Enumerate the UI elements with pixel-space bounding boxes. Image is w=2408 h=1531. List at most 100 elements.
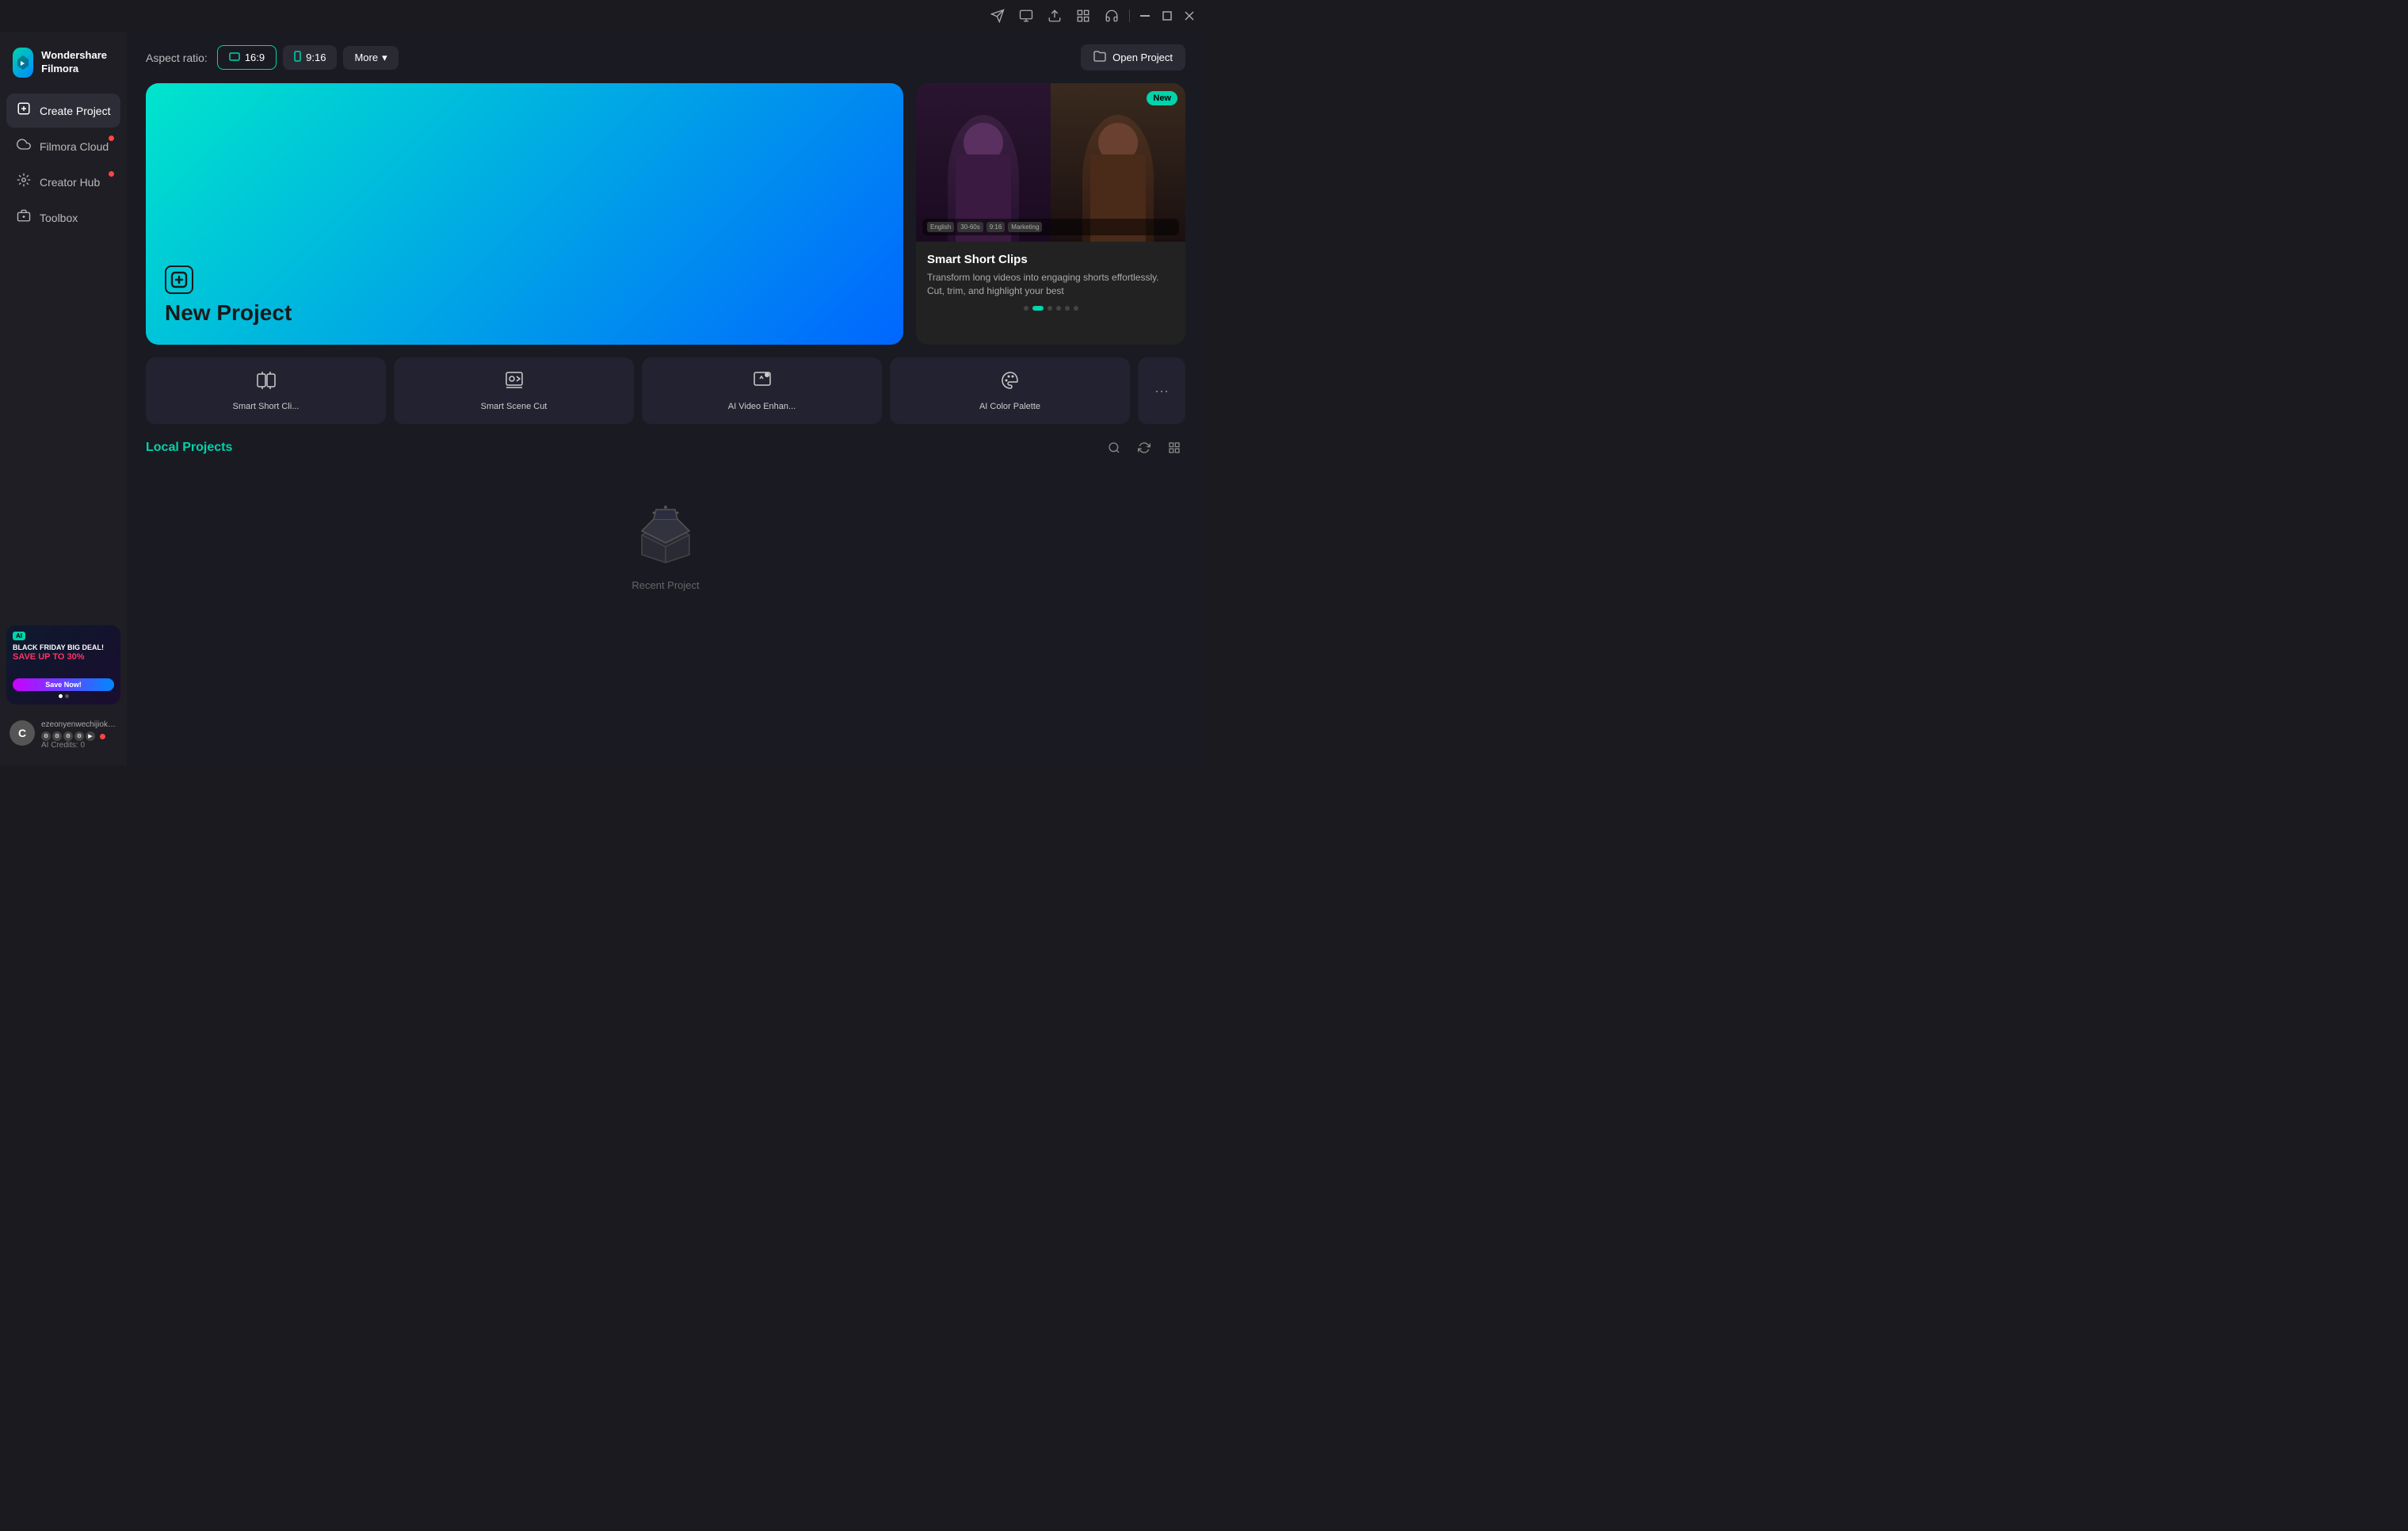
create-project-icon xyxy=(16,101,32,120)
feat-dot-5 xyxy=(1065,306,1070,311)
smart-scene-cut-icon xyxy=(504,370,525,395)
new-project-plus-icon xyxy=(165,265,193,294)
feat-dot-6 xyxy=(1074,306,1078,311)
more-tools-icon: ··· xyxy=(1154,383,1169,399)
ad-save-button[interactable]: Save Now! xyxy=(13,678,114,691)
credits-notification-dot xyxy=(100,734,105,739)
featured-image-inner xyxy=(916,83,1185,242)
credit-icon-2: ⚙ xyxy=(52,731,62,741)
toolbar: Aspect ratio: 16:9 9:16 xyxy=(146,44,1185,71)
ai-color-palette-icon xyxy=(1000,370,1021,395)
featured-card: New English 30-60s 9:16 Marketing Smart … xyxy=(916,83,1185,345)
featured-title: Smart Short Clips xyxy=(927,253,1174,266)
sidebar-item-label-create: Create Project xyxy=(40,105,110,117)
sidebar-item-create-project[interactable]: Create Project xyxy=(6,94,120,128)
credits-text: AI Credits: 0 xyxy=(41,741,117,750)
featured-info: Smart Short Clips Transform long videos … xyxy=(916,242,1185,322)
minimize-button[interactable] xyxy=(1139,10,1151,21)
empty-state: Recent Project xyxy=(146,472,1185,623)
quick-tools-row: Smart Short Cli... Smart Scene Cut xyxy=(146,357,1185,424)
smart-scene-cut-label: Smart Scene Cut xyxy=(481,402,548,411)
ad-badge: AI xyxy=(13,632,25,640)
credit-icons: ⚙ ⚙ ⚙ ⚙ ▶ xyxy=(41,731,95,741)
user-email: ezeonyenwechijioke@gmai... xyxy=(41,720,116,729)
aspect-16-9-button[interactable]: 16:9 xyxy=(217,45,277,70)
filmora-cloud-icon xyxy=(16,137,32,155)
featured-image: New English 30-60s 9:16 Marketing xyxy=(916,83,1185,242)
grid-icon[interactable] xyxy=(1075,8,1091,24)
tool-more-button[interactable]: ··· xyxy=(1138,357,1185,424)
sidebar-item-label-creator: Creator Hub xyxy=(40,176,100,189)
tool-smart-scene-cut[interactable]: Smart Scene Cut xyxy=(394,357,634,424)
logo-icon xyxy=(13,48,33,78)
credit-icon-3: ⚙ xyxy=(63,731,73,741)
title-bar xyxy=(0,0,1204,32)
credit-icon-4: ⚙ xyxy=(74,731,84,741)
local-projects-actions xyxy=(1103,437,1185,459)
headset-icon[interactable] xyxy=(1104,8,1120,24)
maximize-button[interactable] xyxy=(1162,10,1173,21)
sidebar-item-toolbox[interactable]: Toolbox xyxy=(6,200,120,235)
feat-dot-3 xyxy=(1048,306,1052,311)
user-profile[interactable]: C ezeonyenwechijioke@gmai... ⚙ ⚙ ⚙ ⚙ ▶ A… xyxy=(0,712,127,758)
user-credits-row: ⚙ ⚙ ⚙ ⚙ ▶ xyxy=(41,731,117,741)
search-projects-button[interactable] xyxy=(1103,437,1125,459)
list-view-button[interactable] xyxy=(1163,437,1185,459)
title-bar-icons xyxy=(990,8,1120,24)
creator-hub-notification-dot xyxy=(109,171,114,177)
window-controls xyxy=(1139,10,1195,21)
ad-content: AI BLACK FRIDAY BIG DEAL! SAVE UP TO 30%… xyxy=(6,625,120,704)
creator-hub-icon xyxy=(16,173,32,191)
toolbox-icon xyxy=(16,208,32,227)
featured-description: Transform long videos into engaging shor… xyxy=(927,271,1174,298)
sidebar-item-label-cloud: Filmora Cloud xyxy=(40,140,109,153)
main-content: Aspect ratio: 16:9 9:16 xyxy=(127,32,1204,766)
sidebar-nav: Create Project Filmora Cloud Creator Hub xyxy=(0,94,127,617)
feat-dot-2 xyxy=(1032,306,1044,311)
credit-icon-1: ⚙ xyxy=(41,731,51,741)
open-project-label: Open Project xyxy=(1112,52,1173,63)
ai-color-palette-label: AI Color Palette xyxy=(979,402,1040,411)
feat-dot-4 xyxy=(1056,306,1061,311)
more-label: More xyxy=(354,52,378,63)
aspect-ratio-group: Aspect ratio: 16:9 9:16 xyxy=(146,45,399,70)
mobile-icon xyxy=(294,51,301,64)
upload-icon[interactable] xyxy=(1047,8,1063,24)
monitor-icon[interactable] xyxy=(1018,8,1034,24)
sidebar-item-creator-hub[interactable]: Creator Hub xyxy=(6,165,120,199)
featured-pagination-dots xyxy=(927,306,1174,311)
sidebar: Wondershare Filmora Create Project xyxy=(0,32,127,766)
sidebar-ad-banner[interactable]: AI BLACK FRIDAY BIG DEAL! SAVE UP TO 30%… xyxy=(6,625,120,704)
filmora-cloud-notification-dot xyxy=(109,136,114,141)
ad-title: BLACK FRIDAY BIG DEAL! xyxy=(13,643,114,652)
ad-subtitle: SAVE UP TO 30% xyxy=(13,652,114,662)
sidebar-item-filmora-cloud[interactable]: Filmora Cloud xyxy=(6,129,120,163)
feature-area: New Project xyxy=(146,83,1185,345)
share-icon[interactable] xyxy=(990,8,1006,24)
smart-short-clips-label: Smart Short Cli... xyxy=(233,402,300,411)
new-project-title: New Project xyxy=(165,300,884,326)
ad-dot-1 xyxy=(59,694,63,698)
local-projects-header: Local Projects xyxy=(146,437,1185,459)
local-projects-title: Local Projects xyxy=(146,441,232,455)
app-body: Wondershare Filmora Create Project xyxy=(0,32,1204,766)
aspect-ratio-label: Aspect ratio: xyxy=(146,52,208,64)
ad-dot-2 xyxy=(65,694,69,698)
smart-short-clips-icon xyxy=(256,370,277,395)
refresh-projects-button[interactable] xyxy=(1133,437,1155,459)
sidebar-item-label-toolbox: Toolbox xyxy=(40,212,78,224)
ai-video-enhance-label: AI Video Enhan... xyxy=(728,402,796,411)
tool-smart-short-clips[interactable]: Smart Short Cli... xyxy=(146,357,386,424)
tool-ai-color-palette[interactable]: AI Color Palette xyxy=(890,357,1130,424)
monitor-small-icon xyxy=(229,52,240,63)
user-info: ezeonyenwechijioke@gmai... ⚙ ⚙ ⚙ ⚙ ▶ AI … xyxy=(41,720,117,750)
more-aspect-button[interactable]: More ▾ xyxy=(343,46,398,70)
aspect-9-16-button[interactable]: 9:16 xyxy=(283,45,337,70)
avatar: C xyxy=(10,720,35,746)
tool-ai-video-enhance[interactable]: AI Video Enhan... xyxy=(642,357,882,424)
close-button[interactable] xyxy=(1184,10,1195,21)
feat-dot-1 xyxy=(1024,306,1028,311)
chevron-down-icon: ▾ xyxy=(382,52,387,64)
new-project-card[interactable]: New Project xyxy=(146,83,903,345)
open-project-button[interactable]: Open Project xyxy=(1081,44,1185,71)
